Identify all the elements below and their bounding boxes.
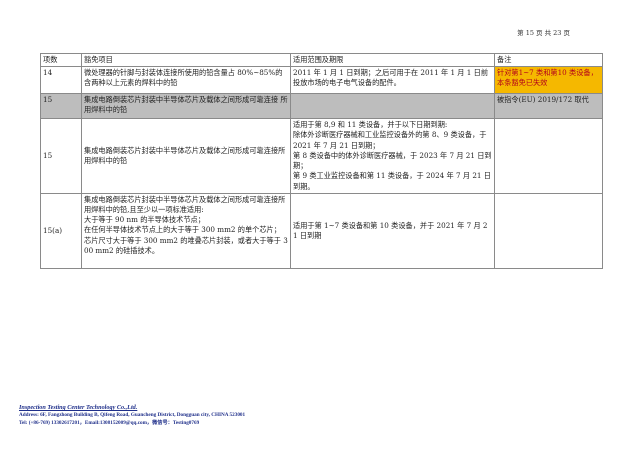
page-footer: Inspection Testing Center Technology Co.…	[19, 404, 245, 427]
table-row: 15 集成电路倒装芯片封装中半导体芯片及载体之间形成可靠连接所用焊料中的铅 适用…	[40, 118, 603, 194]
table-row-shaded: 15 集成电路倒装芯片封装中半导体芯片及载体之间形成可靠连接 所用焊料中的铅 被…	[40, 93, 603, 120]
row-number: 15(a)	[40, 192, 82, 269]
row-note	[494, 192, 603, 269]
table-row: 14 微处理器的针脚与封装体连接所使用的铅含量占 80%~85%的含两种以上元素…	[40, 66, 603, 95]
row-item: 集成电路倒装芯片封装中半导体芯片及载体之间形成可靠连接所用焊料中的铅,且至少以一…	[81, 192, 291, 269]
row-item: 微处理器的针脚与封装体连接所使用的铅含量占 80%~85%的含两种以上元素的焊料…	[81, 66, 291, 95]
row-note-highlighted: 针对第1~7 类和第10 类设备，本条豁免已失效	[494, 66, 603, 95]
row-note: 被指令(EU) 2019/172 取代	[494, 93, 603, 120]
item-line: 大于等于 90 nm 的半导体技术节点；	[84, 215, 205, 225]
row-scope: 适用于第 1~7 类设备和第 10 类设备，并于 2021 年 7 月 21 日…	[290, 192, 495, 269]
scope-line: 除体外诊断医疗器械和工业监控设备外的第 8、9 类设备，于 2021 年 7 月…	[293, 130, 487, 150]
item-line: 集成电路倒装芯片封装中半导体芯片及载体之间形成可靠连接所用焊料中的铅,且至少以一…	[84, 194, 286, 214]
row-number: 15	[40, 118, 82, 194]
table-row: 15(a) 集成电路倒装芯片封装中半导体芯片及载体之间形成可靠连接所用焊料中的铅…	[40, 192, 603, 269]
header-exemption-item: 豁免项目	[81, 52, 291, 68]
scope-line: 适用于第 8,9 和 11 类设备，并于以下日期到期:	[293, 120, 448, 130]
row-number: 14	[40, 66, 82, 95]
scope-line: 第 8 类设备中的体外诊断医疗器械，于 2023 年 7 月 21 日到期；	[293, 150, 492, 171]
row-scope: 2011 年 1 月 1 日到期；之后可用于在 2011 年 1 月 1 日前投…	[290, 66, 495, 95]
row-scope	[290, 93, 495, 120]
row-number: 15	[40, 93, 82, 120]
item-line: 在任何半导体技术节点上的大于等于 300 mm2 的单个芯片；芯片尺寸大于等于 …	[84, 225, 288, 255]
scope-line: 第 9 类工业监控设备和第 11 类设备，于 2024 年 7 月 21 日到期…	[293, 171, 491, 191]
header-scope-and-period: 适用范围及期限	[290, 52, 495, 68]
footer-contact: Tel: (+86-769) 13302617201，Email:1308152…	[19, 420, 200, 426]
row-note	[494, 118, 603, 194]
footer-company-name: Inspection Testing Center Technology Co.…	[19, 404, 138, 411]
footer-address: Address: 6F, Fangzhong Building B, Qifen…	[19, 412, 246, 418]
exemption-table: 项数 豁免项目 适用范围及期限 备注 14 微处理器的针脚与封装体连接所使用的铅…	[40, 52, 603, 269]
row-item: 集成电路倒装芯片封装中半导体芯片及载体之间形成可靠连接所用焊料中的铅	[81, 118, 291, 194]
page-number: 第 15 页 共 23 页	[517, 29, 570, 37]
row-item: 集成电路倒装芯片封装中半导体芯片及载体之间形成可靠连接 所用焊料中的铅	[81, 93, 291, 120]
table-header-row: 项数 豁免项目 适用范围及期限 备注	[40, 52, 603, 68]
header-remarks: 备注	[494, 52, 603, 68]
header-number: 项数	[40, 52, 82, 68]
row-scope: 适用于第 8,9 和 11 类设备，并于以下日期到期: 除体外诊断医疗器械和工业…	[290, 118, 495, 194]
